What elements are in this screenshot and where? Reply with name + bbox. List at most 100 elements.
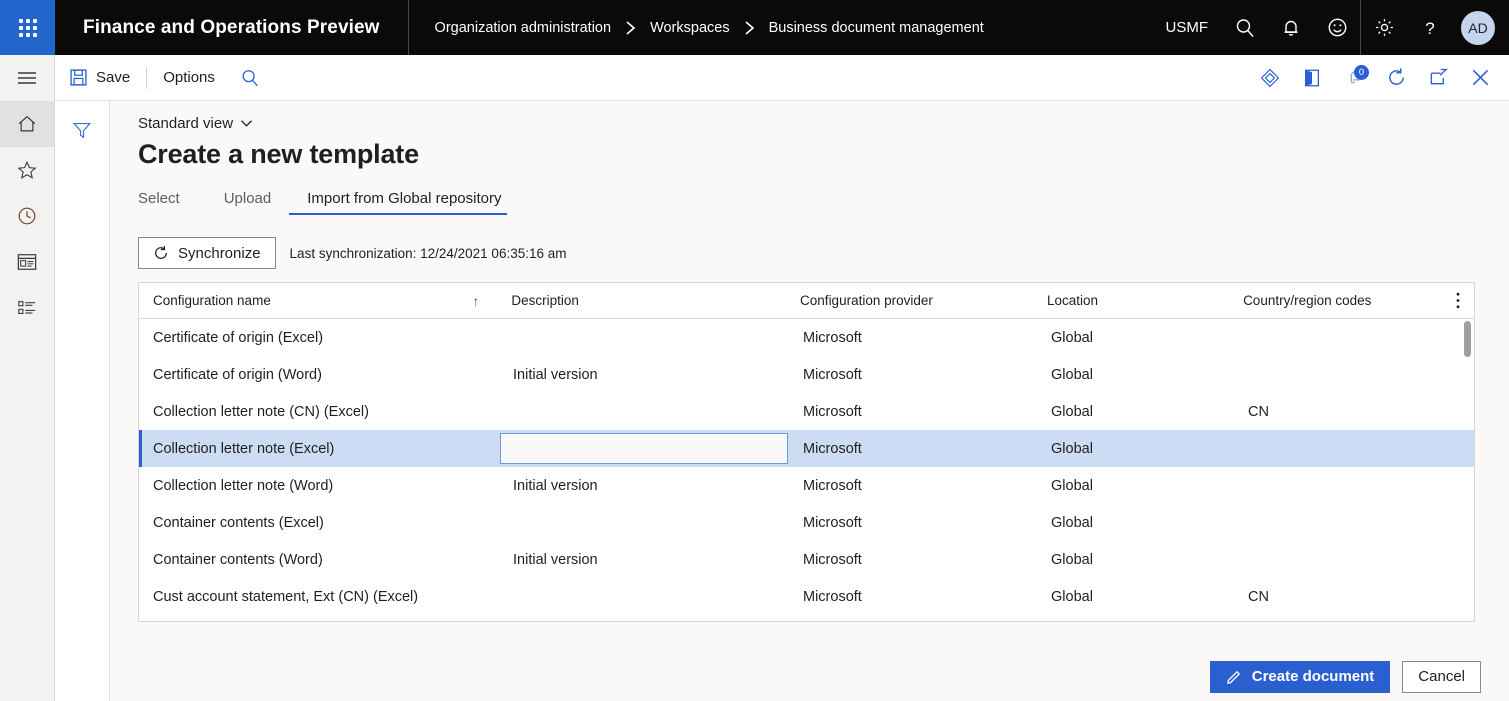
sidebar-item-modules[interactable]: [0, 285, 54, 331]
table-row[interactable]: Container contents (Word) Initial versio…: [139, 541, 1474, 578]
cell-configuration-name: Certificate of origin (Word): [139, 367, 499, 383]
table-row[interactable]: Collection letter note (CN) (Excel) Micr…: [139, 393, 1474, 430]
cell-configuration-name: Container contents (Excel): [139, 515, 499, 531]
cell-configuration-name: Collection letter note (CN) (Excel): [139, 404, 499, 420]
topbar-right-actions: USMF ? AD: [1152, 0, 1509, 55]
cell-configuration-name: Container contents (Word): [139, 552, 499, 568]
cell-configuration-provider: Microsoft: [789, 441, 1037, 457]
options-button[interactable]: Options: [149, 55, 229, 101]
command-bar-right-actions: 0: [1249, 55, 1509, 101]
cell-location: Global: [1037, 478, 1234, 494]
sidebar-item-workspaces[interactable]: [0, 239, 54, 285]
synchronize-label: Synchronize: [178, 245, 261, 262]
cell-configuration-provider: Microsoft: [789, 515, 1037, 531]
sidebar-item-home[interactable]: [0, 101, 54, 147]
close-icon[interactable]: [1459, 55, 1501, 101]
search-icon[interactable]: [229, 55, 271, 101]
waffle-grid-icon: [19, 19, 37, 37]
breadcrumb-item-business-document-management[interactable]: Business document management: [769, 20, 984, 36]
breadcrumb: Organization administration Workspaces B…: [409, 20, 984, 36]
column-header-configuration-name[interactable]: Configuration name ↑: [139, 293, 497, 309]
search-icon[interactable]: [1222, 0, 1268, 55]
table-row[interactable]: Certificate of origin (Excel) Microsoft …: [139, 319, 1474, 356]
cell-configuration-provider: Microsoft: [789, 330, 1037, 346]
column-header-country-region-codes[interactable]: Country/region codes: [1229, 293, 1448, 308]
grid-options-ellipsis-icon[interactable]: [1448, 292, 1474, 309]
breadcrumb-item-organization-administration[interactable]: Organization administration: [435, 20, 612, 36]
create-document-button[interactable]: Create document: [1210, 661, 1391, 693]
cell-description[interactable]: Initial version: [499, 367, 789, 383]
filter-funnel-icon[interactable]: [55, 113, 109, 147]
cell-description-editor[interactable]: [499, 433, 789, 464]
column-header-label-configuration-name: Configuration name: [153, 293, 271, 308]
column-header-configuration-provider[interactable]: Configuration provider: [786, 293, 1033, 308]
cell-location: Global: [1037, 404, 1234, 420]
column-header-description[interactable]: Description: [497, 293, 786, 308]
top-navigation-bar: Finance and Operations Preview Organizat…: [0, 0, 1509, 55]
page-title: Create a new template: [138, 139, 1509, 170]
tab-upload[interactable]: Upload: [206, 190, 290, 215]
column-header-location[interactable]: Location: [1033, 293, 1229, 308]
help-question-icon[interactable]: ?: [1407, 0, 1453, 55]
save-label: Save: [96, 69, 130, 86]
cell-configuration-provider: Microsoft: [789, 367, 1037, 383]
cell-configuration-provider: Microsoft: [789, 404, 1037, 420]
table-row[interactable]: Cust account statement, Ext (CN) (Excel)…: [139, 578, 1474, 615]
avatar[interactable]: AD: [1461, 11, 1495, 45]
cell-configuration-name: Collection letter note (Word): [139, 478, 499, 494]
view-selector[interactable]: Standard view: [138, 115, 253, 132]
cell-location: Global: [1037, 552, 1234, 568]
save-button[interactable]: Save: [55, 55, 144, 101]
refresh-icon[interactable]: [1375, 55, 1417, 101]
sidebar-item-recent[interactable]: [0, 193, 54, 239]
tab-list: Select Upload Import from Global reposit…: [138, 190, 1509, 215]
company-selector[interactable]: USMF: [1152, 19, 1223, 36]
sidebar-item-favorites[interactable]: [0, 147, 54, 193]
grid-header-row: Configuration name ↑ Description Configu…: [139, 283, 1474, 319]
cancel-button[interactable]: Cancel: [1402, 661, 1481, 693]
table-row[interactable]: Certificate of origin (Word) Initial ver…: [139, 356, 1474, 393]
tab-select[interactable]: Select: [138, 190, 206, 215]
table-row-selected[interactable]: Collection letter note (Excel) Microsoft…: [139, 430, 1474, 467]
cell-configuration-name: Cust account statement, Ext (CN) (Excel): [139, 589, 499, 605]
cell-configuration-provider: Microsoft: [789, 478, 1037, 494]
grid-body: Certificate of origin (Excel) Microsoft …: [139, 319, 1474, 620]
breadcrumb-chevron-icon: [625, 20, 636, 36]
grid-vertical-scrollbar[interactable]: [1463, 321, 1472, 618]
refresh-circle-icon: [153, 245, 169, 261]
tab-import-from-global-repository[interactable]: Import from Global repository: [289, 190, 519, 215]
app-launcher-waffle-button[interactable]: [0, 0, 55, 55]
notifications-icon[interactable]: 0: [1333, 55, 1375, 101]
cell-configuration-provider: Microsoft: [789, 589, 1037, 605]
filter-pane: [55, 101, 110, 701]
sort-ascending-icon: ↑: [472, 293, 479, 309]
settings-gear-icon[interactable]: [1361, 0, 1407, 55]
attachments-icon[interactable]: [1249, 55, 1291, 101]
open-in-new-window-icon[interactable]: [1417, 55, 1459, 101]
cell-location: Global: [1037, 330, 1234, 346]
bell-icon[interactable]: [1268, 0, 1314, 55]
cell-country-region-codes: CN: [1234, 589, 1454, 605]
cell-configuration-name: Certificate of origin (Excel): [139, 330, 499, 346]
breadcrumb-item-workspaces[interactable]: Workspaces: [650, 20, 730, 36]
main-content: Standard view Create a new template Sele…: [110, 101, 1509, 701]
command-bar-divider: [146, 67, 147, 89]
create-document-label: Create document: [1252, 668, 1375, 685]
view-selector-label: Standard view: [138, 115, 233, 132]
cell-country-region-codes: CN: [1234, 404, 1454, 420]
table-row[interactable]: Collection letter note (Word) Initial ve…: [139, 467, 1474, 504]
description-input[interactable]: [500, 433, 788, 464]
pencil-edit-icon: [1226, 668, 1243, 685]
app-title: Finance and Operations Preview: [55, 17, 408, 39]
feedback-smiley-icon[interactable]: [1314, 0, 1360, 55]
synchronize-button[interactable]: Synchronize: [138, 237, 276, 269]
grid-scrollbar-thumb[interactable]: [1464, 321, 1471, 357]
command-bar: Save Options 0: [55, 55, 1509, 101]
cell-description[interactable]: Initial version: [499, 552, 789, 568]
cell-location: Global: [1037, 441, 1234, 457]
table-row[interactable]: Container contents (Excel) Microsoft Glo…: [139, 504, 1474, 541]
open-in-office-icon[interactable]: [1291, 55, 1333, 101]
chevron-down-icon: [240, 119, 253, 128]
hamburger-menu-button[interactable]: [0, 55, 54, 101]
cell-description[interactable]: Initial version: [499, 478, 789, 494]
